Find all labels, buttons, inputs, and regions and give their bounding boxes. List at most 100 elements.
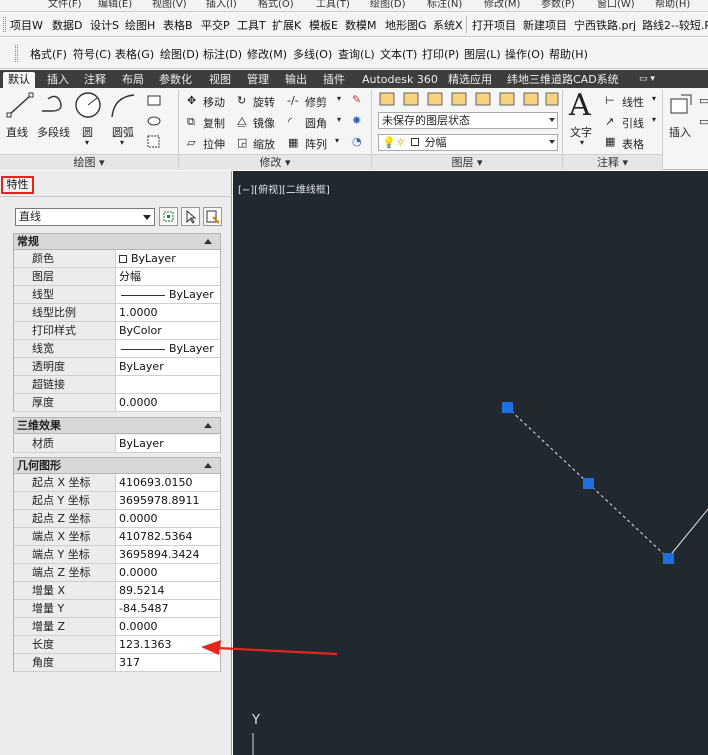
- text-icon[interactable]: A: [569, 88, 591, 123]
- mirror-button[interactable]: 镜像: [253, 115, 275, 131]
- property-row[interactable]: 打印样式 ByColor: [13, 322, 221, 340]
- property-value[interactable]: 0.0000: [116, 394, 220, 412]
- fillet-button[interactable]: 圆角: [305, 115, 327, 131]
- route-file-name[interactable]: 路线2--较短.PL: [642, 17, 708, 33]
- property-value[interactable]: [116, 376, 220, 394]
- tab-autodesk360[interactable]: Autodesk 360: [357, 72, 443, 88]
- menu-modify[interactable]: 修改(M): [484, 0, 520, 10]
- tab-road-cad[interactable]: 纬地三维道路CAD系统: [502, 72, 624, 88]
- create-block-icon[interactable]: ▭: [699, 94, 708, 107]
- selected-line[interactable]: [587, 482, 669, 559]
- property-value[interactable]: 0.0000: [116, 510, 220, 528]
- property-value[interactable]: 3695894.3424: [116, 546, 220, 564]
- menu-format2[interactable]: 格式(F): [30, 46, 67, 62]
- trim-button[interactable]: 修剪: [305, 94, 327, 110]
- circle-icon[interactable]: [73, 90, 103, 120]
- menu-symbol[interactable]: 符号(C): [73, 46, 111, 62]
- copy-button[interactable]: 复制: [203, 115, 225, 131]
- scale-button[interactable]: 缩放: [253, 136, 275, 152]
- explode-icon[interactable]: ✸: [352, 114, 361, 127]
- edit-block-icon[interactable]: ▭: [699, 115, 708, 128]
- tab-annotate[interactable]: 注释: [79, 72, 111, 88]
- property-value[interactable]: 410693.0150: [116, 474, 220, 492]
- menu-view[interactable]: 视图(V): [152, 0, 187, 10]
- section-geometry[interactable]: 几何图形: [13, 457, 221, 474]
- line-button[interactable]: 直线: [6, 124, 28, 140]
- property-value[interactable]: 1.0000: [116, 304, 220, 322]
- chevron-down-icon[interactable]: ▾: [120, 138, 124, 147]
- menu-dem[interactable]: 数模M: [345, 17, 377, 33]
- insert-button[interactable]: 插入: [669, 124, 691, 140]
- tab-manage[interactable]: 管理: [242, 72, 274, 88]
- property-row[interactable]: 超链接: [13, 376, 221, 394]
- stretch-button[interactable]: 拉伸: [203, 136, 225, 152]
- property-row[interactable]: 增量 Z 0.0000: [13, 618, 221, 636]
- layer-dropdown[interactable]: 💡☼ 分幅: [378, 134, 558, 151]
- property-value[interactable]: ByLayer: [116, 340, 220, 358]
- line-icon[interactable]: [5, 91, 35, 119]
- project-file-name[interactable]: 宁西铁路.prj: [574, 17, 636, 33]
- property-value[interactable]: 0.0000: [116, 564, 220, 582]
- menu-text[interactable]: 文本(T): [380, 46, 417, 62]
- menu-table[interactable]: 表格B: [163, 17, 193, 33]
- object-type-select[interactable]: 直线: [15, 208, 155, 226]
- menu-operation[interactable]: 操作(O): [505, 46, 544, 62]
- menu-annotate[interactable]: 标注(D): [203, 46, 242, 62]
- toolbar-grip[interactable]: [3, 17, 6, 32]
- offset-icon[interactable]: ◔: [352, 135, 362, 148]
- linear-dim-button[interactable]: 线性: [622, 94, 644, 110]
- grip-mid[interactable]: [583, 478, 594, 489]
- menu-table2[interactable]: 表格(G): [115, 46, 154, 62]
- layers-panel-label[interactable]: 图层 ▾: [372, 154, 562, 170]
- property-value[interactable]: 0.0000: [116, 618, 220, 636]
- menu-project[interactable]: 项目W: [10, 17, 43, 33]
- menu-tool[interactable]: 工具T: [237, 17, 266, 33]
- menu-template[interactable]: 模板E: [309, 17, 338, 33]
- menu-dimension[interactable]: 标注(N): [427, 0, 462, 10]
- menu-parametric[interactable]: 参数(P): [541, 0, 575, 10]
- polyline-icon[interactable]: [38, 91, 70, 119]
- selected-line[interactable]: [506, 406, 589, 484]
- toolbar-grip[interactable]: [15, 45, 18, 62]
- chevron-down-icon[interactable]: ▾: [337, 94, 341, 103]
- tab-default[interactable]: 默认: [3, 72, 35, 88]
- new-project-button[interactable]: 新建项目: [523, 17, 567, 33]
- property-row[interactable]: 端点 Z 坐标 0.0000: [13, 564, 221, 582]
- menu-drawing[interactable]: 绘图H: [125, 17, 155, 33]
- chevron-down-icon[interactable]: ▾: [652, 94, 656, 103]
- properties-tab[interactable]: 特性: [1, 176, 34, 194]
- property-row[interactable]: 起点 Z 坐标 0.0000: [13, 510, 221, 528]
- draw-small-tools[interactable]: [145, 92, 175, 152]
- property-row[interactable]: 图层 分幅: [13, 268, 221, 286]
- property-row[interactable]: 颜色 ByLayer: [13, 250, 221, 268]
- annotation-panel-label[interactable]: 注释 ▾: [563, 154, 662, 170]
- property-row[interactable]: 增量 X 89.5214: [13, 582, 221, 600]
- quick-select-button[interactable]: [203, 207, 222, 226]
- menu-file[interactable]: 文件(F): [48, 0, 82, 10]
- arc-icon[interactable]: [108, 91, 138, 119]
- property-value[interactable]: ByLayer: [116, 358, 220, 376]
- menu-extend[interactable]: 扩展K: [272, 17, 301, 33]
- property-value[interactable]: ByLayer: [116, 250, 220, 268]
- property-value[interactable]: 3695978.8911: [116, 492, 220, 510]
- menu-format[interactable]: 格式(O): [258, 0, 294, 10]
- property-row[interactable]: 透明度 ByLayer: [13, 358, 221, 376]
- menu-window[interactable]: 窗口(W): [597, 0, 635, 10]
- tab-plugins[interactable]: 插件: [318, 72, 350, 88]
- property-row[interactable]: 起点 Y 坐标 3695978.8911: [13, 492, 221, 510]
- menu-design[interactable]: 设计S: [90, 17, 119, 33]
- chevron-down-icon[interactable]: ▾: [580, 138, 584, 147]
- open-project-button[interactable]: 打开项目: [472, 17, 516, 33]
- property-row[interactable]: 线型比例 1.0000: [13, 304, 221, 322]
- menu-insert[interactable]: 插入(I): [206, 0, 237, 10]
- menu-topo[interactable]: 地形图G: [385, 17, 427, 33]
- polyline-segment[interactable]: [667, 503, 708, 559]
- menu-query[interactable]: 查询(L): [338, 46, 375, 62]
- tab-parametric[interactable]: 参数化: [154, 72, 197, 88]
- property-row[interactable]: 线宽 ByLayer: [13, 340, 221, 358]
- grip-start[interactable]: [502, 402, 513, 413]
- tab-view[interactable]: 视图: [204, 72, 236, 88]
- chevron-down-icon[interactable]: ▾: [652, 115, 656, 124]
- menu-crossing[interactable]: 平交P: [201, 17, 230, 33]
- property-value[interactable]: 410782.5364: [116, 528, 220, 546]
